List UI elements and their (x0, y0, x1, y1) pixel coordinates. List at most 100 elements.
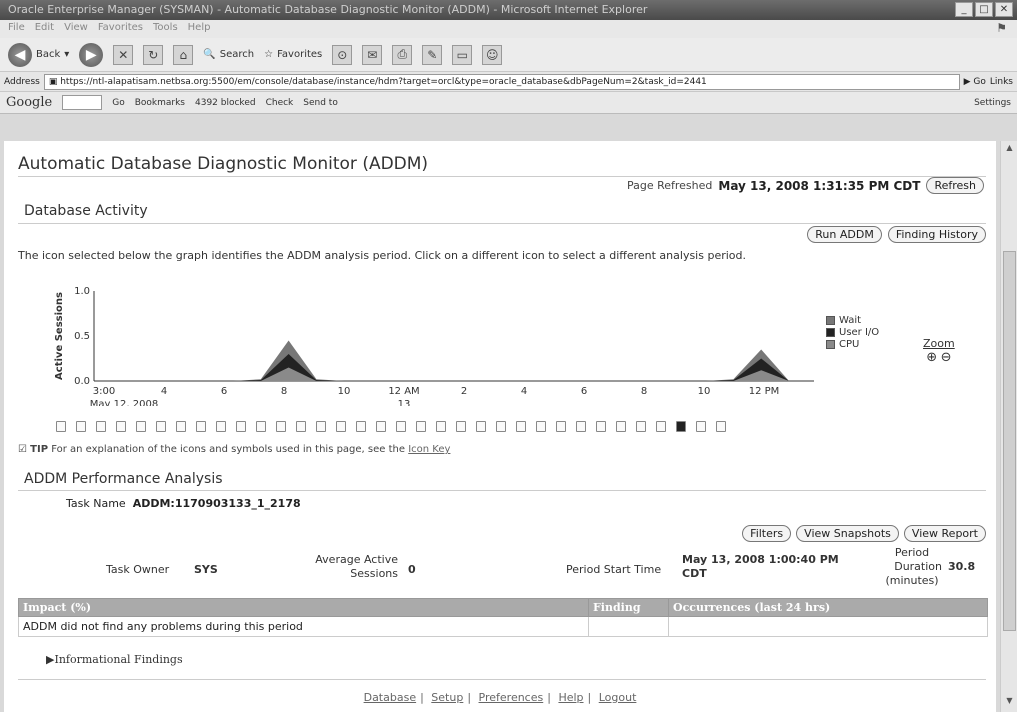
snapshot-icon[interactable] (176, 421, 186, 432)
snapshot-icon[interactable] (196, 421, 206, 432)
series-cpu-area (94, 367, 789, 381)
informational-findings-label: Informational Findings (54, 653, 183, 666)
snapshot-icon[interactable] (356, 421, 366, 432)
scroll-thumb[interactable] (1003, 251, 1016, 631)
snapshot-icon[interactable] (76, 421, 86, 432)
scroll-down-icon[interactable]: ▼ (1003, 696, 1016, 710)
menu-favorites[interactable]: Favorites (98, 22, 143, 36)
snapshot-icon[interactable] (276, 421, 286, 432)
minimize-button[interactable]: _ (955, 2, 973, 17)
back-button[interactable]: ◀ Back ▾ (8, 42, 69, 67)
snapshot-icon[interactable] (616, 421, 626, 432)
google-go-button[interactable]: Go (112, 98, 124, 108)
footer-link-logout[interactable]: Logout (599, 691, 637, 704)
snapshot-icon[interactable] (596, 421, 606, 432)
search-label: Search (219, 49, 255, 60)
view-report-button[interactable]: View Report (903, 525, 986, 542)
snapshot-icon[interactable] (696, 421, 706, 432)
forward-button[interactable]: ▶ (79, 42, 104, 67)
snapshot-icon[interactable] (296, 421, 306, 432)
refresh-button[interactable]: Refresh (926, 177, 984, 194)
snapshot-icon[interactable] (456, 421, 466, 432)
page-title: Automatic Database Diagnostic Monitor (A… (18, 154, 429, 174)
menu-help[interactable]: Help (188, 22, 211, 36)
snapshot-icon[interactable] (256, 421, 266, 432)
search-button[interactable]: 🔍 Search (203, 49, 254, 60)
google-search-input[interactable] (62, 95, 103, 110)
task-name-label: Task Name (66, 497, 126, 510)
snapshot-icon[interactable] (376, 421, 386, 432)
edit-icon[interactable]: ✎ (422, 44, 443, 65)
messenger-icon[interactable]: ☺ (482, 44, 503, 65)
run-addm-button[interactable]: Run ADDM (807, 226, 882, 243)
snapshot-icon[interactable] (556, 421, 566, 432)
active-sessions-chart: 0.0 0.5 1.0 Active Sessions 3:00 4 6 8 10 12 AM 2 4… (54, 286, 814, 406)
icon-key-link[interactable]: Icon Key (408, 444, 450, 455)
zoom-out-icon[interactable]: ⊖ (941, 350, 952, 365)
period-start-label: Period Start Time (566, 563, 662, 576)
go-button[interactable]: ▶ Go (964, 77, 986, 87)
x-subtick-label: 13 (398, 399, 411, 406)
discuss-icon[interactable]: ▭ (452, 44, 473, 65)
snapshot-icon[interactable] (236, 421, 246, 432)
menu-view[interactable]: View (64, 22, 88, 36)
links-button[interactable]: Links (990, 77, 1013, 87)
snapshot-icon[interactable] (576, 421, 586, 432)
menu-edit[interactable]: Edit (35, 22, 54, 36)
stop-icon[interactable]: ✕ (113, 44, 134, 65)
footer-link-setup[interactable]: Setup (431, 691, 463, 704)
close-button[interactable]: ✕ (995, 2, 1013, 17)
snapshot-icon[interactable] (436, 421, 446, 432)
print-icon[interactable]: ⎙ (392, 44, 413, 65)
addm-analysis-heading: ADDM Performance Analysis (24, 471, 223, 487)
bookmarks-button[interactable]: Bookmarks (135, 98, 185, 108)
snapshot-icon[interactable] (656, 421, 666, 432)
legend-label-userio: User I/O (839, 326, 880, 338)
footer-link-database[interactable]: Database (364, 691, 417, 704)
snapshot-icon[interactable] (476, 421, 486, 432)
snapshot-icon[interactable] (716, 421, 726, 432)
snapshot-icon[interactable] (216, 421, 226, 432)
snapshot-icon[interactable] (316, 421, 326, 432)
footer-link-help[interactable]: Help (558, 691, 583, 704)
settings-button[interactable]: Settings (974, 98, 1011, 108)
history-icon[interactable]: ⊙ (332, 44, 353, 65)
scroll-up-icon[interactable]: ▲ (1003, 143, 1016, 157)
finding-history-button[interactable]: Finding History (887, 226, 986, 243)
vertical-scrollbar[interactable]: ▲ ▼ (1000, 141, 1017, 712)
reload-icon[interactable]: ↻ (143, 44, 164, 65)
menu-tools[interactable]: Tools (153, 22, 178, 36)
favorites-button[interactable]: ☆ Favorites (264, 49, 322, 60)
snapshot-icon[interactable] (96, 421, 106, 432)
maximize-button[interactable]: □ (975, 2, 993, 17)
check-button[interactable]: Check (266, 98, 294, 108)
legend-item-userio: User I/O (826, 326, 879, 338)
snapshot-icon[interactable] (416, 421, 426, 432)
selected-snapshot-icon[interactable] (676, 421, 686, 432)
menu-file[interactable]: File (8, 22, 25, 36)
snapshot-icon[interactable] (56, 421, 66, 432)
impact-header[interactable]: Impact (%) (18, 598, 589, 617)
snapshot-icon[interactable] (156, 421, 166, 432)
occurrences-header[interactable]: Occurrences (last 24 hrs) (668, 598, 988, 617)
popup-blocked[interactable]: 4392 blocked (195, 98, 256, 108)
snapshot-icon[interactable] (116, 421, 126, 432)
zoom-in-icon[interactable]: ⊕ (926, 350, 937, 365)
snapshot-icon[interactable] (536, 421, 546, 432)
search-icon: 🔍 (203, 49, 216, 60)
snapshot-icon[interactable] (636, 421, 646, 432)
finding-header[interactable]: Finding (588, 598, 669, 617)
home-icon[interactable]: ⌂ (173, 44, 194, 65)
snapshot-icon[interactable] (396, 421, 406, 432)
informational-findings-toggle[interactable]: ▶Informational Findings (46, 653, 183, 666)
send-to-button[interactable]: Send to (303, 98, 338, 108)
filters-button[interactable]: Filters (742, 525, 792, 542)
snapshot-icon[interactable] (136, 421, 146, 432)
snapshot-icon[interactable] (496, 421, 506, 432)
footer-link-preferences[interactable]: Preferences (479, 691, 544, 704)
snapshot-icon[interactable] (336, 421, 346, 432)
snapshot-icon[interactable] (516, 421, 526, 432)
view-snapshots-button[interactable]: View Snapshots (796, 525, 899, 542)
address-input[interactable]: ▣ https://ntl-alapatisam.netbsa.org:5500… (43, 73, 960, 90)
mail-icon[interactable]: ✉ (362, 44, 383, 65)
